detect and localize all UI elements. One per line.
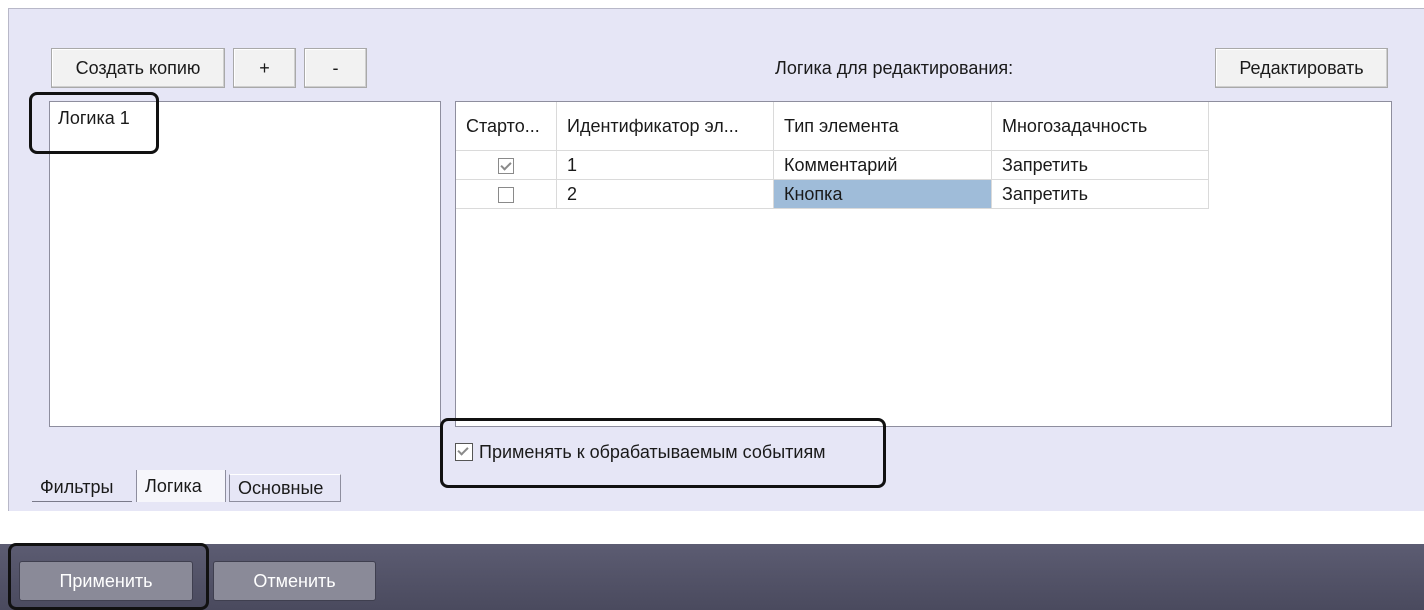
tab-filters[interactable]: Фильтры: [32, 474, 132, 502]
multitask-cell[interactable]: Запретить: [991, 179, 1209, 209]
table-row[interactable]: 1 Комментарий Запретить: [456, 150, 1209, 180]
column-header-id[interactable]: Идентификатор эл...: [556, 102, 774, 151]
start-checkbox[interactable]: [498, 157, 514, 174]
id-cell[interactable]: 2: [556, 179, 774, 209]
logic-item-highlight: [29, 92, 159, 154]
apply-button-highlight: [8, 543, 209, 610]
create-copy-button[interactable]: Создать копию: [51, 48, 225, 88]
add-logic-button[interactable]: +: [233, 48, 296, 88]
elements-table: Старто... Идентификатор эл... Тип элемен…: [456, 102, 1209, 209]
remove-logic-button[interactable]: -: [304, 48, 367, 88]
column-header-multitask[interactable]: Многозадачность: [991, 102, 1209, 151]
logic-edit-label: Логика для редактирования:: [775, 58, 1014, 78]
type-cell[interactable]: Комментарий: [773, 150, 992, 180]
cancel-button[interactable]: Отменить: [213, 561, 376, 601]
tab-main[interactable]: Основные: [229, 474, 341, 502]
start-checkbox-cell[interactable]: [456, 179, 557, 209]
table-header-row: Старто... Идентификатор эл... Тип элемен…: [456, 102, 1209, 151]
column-header-start[interactable]: Старто...: [456, 102, 557, 151]
type-cell[interactable]: Кнопка: [773, 179, 992, 209]
start-checkbox[interactable]: [498, 186, 514, 203]
apply-events-highlight: [440, 418, 886, 488]
id-cell[interactable]: 1: [556, 150, 774, 180]
start-checkbox-cell[interactable]: [456, 150, 557, 180]
table-row[interactable]: 2 Кнопка Запретить: [456, 179, 1209, 209]
logic-elements-grid[interactable]: Старто... Идентификатор эл... Тип элемен…: [455, 101, 1392, 427]
tab-logic[interactable]: Логика: [136, 470, 226, 502]
edit-button[interactable]: Редактировать: [1215, 48, 1388, 88]
column-header-type[interactable]: Тип элемента: [773, 102, 992, 151]
multitask-cell[interactable]: Запретить: [991, 150, 1209, 180]
